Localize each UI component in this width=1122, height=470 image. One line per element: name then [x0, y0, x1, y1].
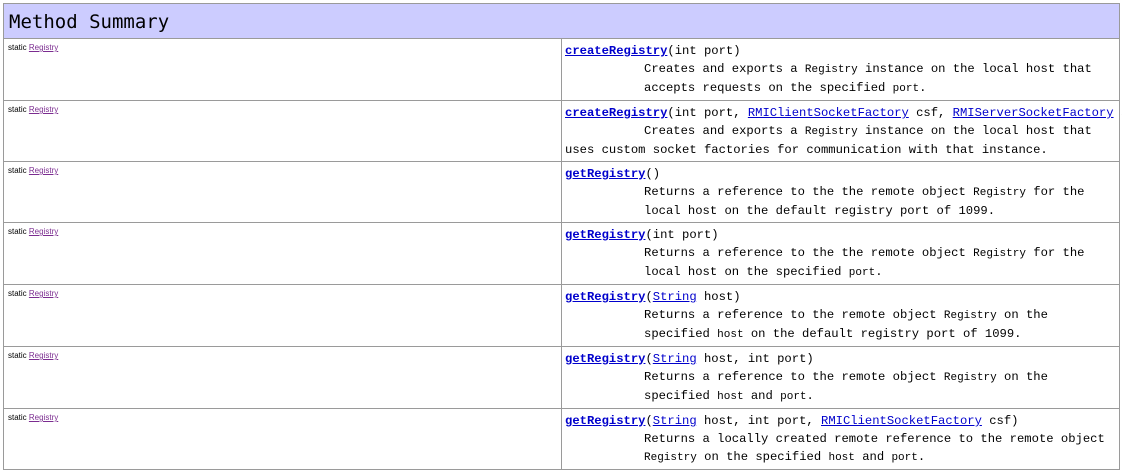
method-signature: getRegistry(int port): [565, 226, 1115, 244]
server-socket-factory-link[interactable]: RMIServerSocketFactory: [953, 106, 1114, 120]
method-signature: createRegistry(int port): [565, 42, 1115, 60]
method-row: static Registry getRegistry(String host,…: [3, 346, 1120, 409]
method-name-link[interactable]: createRegistry: [565, 44, 667, 58]
method-signature: createRegistry(int port, RMIClientSocket…: [565, 106, 1122, 120]
method-description: Returns a reference to the the remote ob…: [644, 246, 1085, 279]
method-description: Returns a reference to the remote object…: [644, 308, 1048, 341]
method-modifier-cell: static Registry: [3, 222, 562, 285]
method-detail-cell: getRegistry(String host) Returns a refer…: [561, 284, 1120, 347]
method-signature: getRegistry(): [565, 165, 1115, 183]
method-name-link[interactable]: createRegistry: [565, 106, 667, 120]
return-type-link[interactable]: Registry: [29, 351, 58, 360]
string-type-link[interactable]: String: [653, 290, 697, 304]
return-type-link[interactable]: Registry: [29, 413, 58, 422]
method-row: static Registry getRegistry() Returns a …: [3, 161, 1120, 223]
string-type-link[interactable]: String: [653, 352, 697, 366]
return-type-link[interactable]: Registry: [29, 166, 58, 175]
method-signature: getRegistry(String host, int port, RMICl…: [565, 414, 1019, 428]
section-title: Method Summary: [3, 3, 1120, 39]
modifier-text: static: [8, 43, 27, 52]
method-detail-cell: getRegistry(String host, int port, RMICl…: [561, 408, 1120, 470]
method-modifier-cell: static Registry: [3, 38, 562, 101]
method-params: (): [645, 167, 661, 181]
method-params: (int port): [667, 44, 741, 58]
method-description: Returns a reference to the the remote ob…: [644, 185, 1085, 218]
client-socket-factory-link[interactable]: RMIClientSocketFactory: [748, 106, 909, 120]
method-detail-cell: getRegistry(String host, int port) Retur…: [561, 346, 1120, 409]
method-modifier-cell: static Registry: [3, 284, 562, 347]
method-description: Creates and exports a Registry instance …: [565, 124, 1092, 157]
method-row: static Registry createRegistry(int port,…: [3, 100, 1122, 162]
method-summary-table: Method Summary static Registry createReg…: [3, 3, 1122, 470]
return-type-link[interactable]: Registry: [29, 105, 58, 114]
method-modifier-cell: static Registry: [3, 408, 562, 470]
method-row: static Registry getRegistry(int port) Re…: [3, 222, 1120, 285]
method-name-link[interactable]: getRegistry: [565, 352, 645, 366]
modifier-text: static: [8, 289, 27, 298]
method-modifier-cell: static Registry: [3, 346, 562, 409]
modifier-text: static: [8, 166, 27, 175]
method-modifier-cell: static Registry: [3, 100, 562, 162]
method-detail-cell: getRegistry() Returns a reference to the…: [561, 161, 1120, 223]
method-signature: getRegistry(String host, int port): [565, 352, 814, 366]
return-type-link[interactable]: Registry: [29, 289, 58, 298]
client-socket-factory-link[interactable]: RMIClientSocketFactory: [821, 414, 982, 428]
method-row: static Registry getRegistry(String host,…: [3, 408, 1120, 470]
method-name-link[interactable]: getRegistry: [565, 290, 645, 304]
method-summary-header: Method Summary: [3, 3, 1120, 39]
method-description: Returns a reference to the remote object…: [644, 370, 1048, 403]
method-row: static Registry createRegistry(int port)…: [3, 38, 1120, 101]
method-detail-cell: createRegistry(int port) Creates and exp…: [561, 38, 1120, 101]
modifier-text: static: [8, 351, 27, 360]
modifier-text: static: [8, 105, 27, 114]
method-row: static Registry getRegistry(String host)…: [3, 284, 1120, 347]
method-signature: getRegistry(String host): [565, 290, 741, 304]
method-name-link[interactable]: getRegistry: [565, 414, 645, 428]
method-detail-cell: getRegistry(int port) Returns a referenc…: [561, 222, 1120, 285]
method-description: Creates and exports a Registry instance …: [644, 62, 1092, 95]
return-type-link[interactable]: Registry: [29, 43, 58, 52]
modifier-text: static: [8, 413, 27, 422]
method-name-link[interactable]: getRegistry: [565, 167, 645, 181]
return-type-link[interactable]: Registry: [29, 227, 58, 236]
method-name-link[interactable]: getRegistry: [565, 228, 645, 242]
method-description: Returns a locally created remote referen…: [644, 432, 1105, 464]
modifier-text: static: [8, 227, 27, 236]
string-type-link[interactable]: String: [653, 414, 697, 428]
method-detail-cell: createRegistry(int port, RMIClientSocket…: [561, 100, 1122, 162]
method-modifier-cell: static Registry: [3, 161, 562, 223]
method-params: (int port): [645, 228, 719, 242]
